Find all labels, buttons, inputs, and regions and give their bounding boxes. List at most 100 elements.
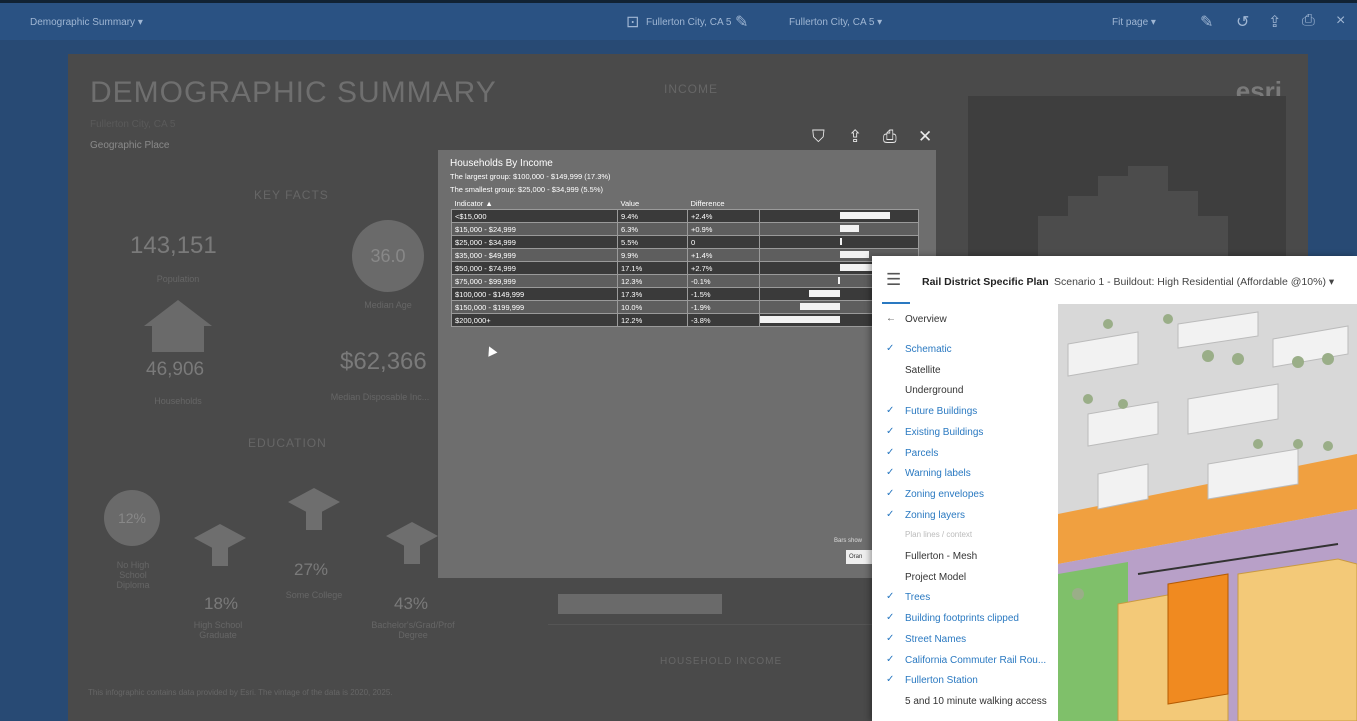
layer-item[interactable]: ✓ Existing Buildings	[872, 423, 1058, 443]
print-icon[interactable]: ⎙	[1302, 12, 1315, 30]
undo-icon[interactable]: ↺	[1236, 12, 1249, 32]
check-icon[interactable]: ✓	[886, 633, 894, 644]
cell-difference: +1.4%	[687, 248, 760, 262]
layer-item[interactable]: ✓ Street Names	[872, 630, 1058, 650]
pen-icon[interactable]: ✎	[1200, 12, 1213, 32]
check-icon[interactable]: ✓	[886, 343, 894, 354]
fit-page-dropdown[interactable]: Fit page ▾	[1112, 17, 1156, 28]
no-hs-label: No High School Diploma	[116, 560, 150, 590]
check-icon[interactable]: ✓	[886, 674, 894, 685]
check-icon[interactable]: ✓	[886, 591, 894, 602]
layer-label: Future Buildings	[905, 406, 978, 418]
check-icon[interactable]: ✓	[886, 426, 894, 437]
check-icon[interactable]: ✓	[886, 612, 894, 623]
close-icon[interactable]: ✕	[918, 127, 932, 147]
cell-difference: -1.5%	[687, 287, 760, 301]
cell-difference: -1.9%	[687, 300, 760, 314]
share-icon[interactable]: ⇪	[1268, 12, 1281, 32]
check-icon[interactable]: ✓	[886, 467, 894, 478]
export-icon[interactable]: ⇪	[848, 127, 862, 147]
layer-label: Project Model	[905, 571, 967, 583]
layer-item[interactable]: Plan lines / context	[872, 526, 1058, 546]
cell-value: 12.2%	[617, 313, 688, 327]
difference-bar	[840, 212, 891, 219]
cell-difference: +0.9%	[687, 222, 760, 236]
table-row: $200,000+ 12.2% -3.8%	[451, 313, 919, 327]
check-icon[interactable]: ✓	[886, 654, 894, 665]
overview-back-link[interactable]: ← Overview	[872, 310, 1058, 330]
disposable-income-value: $62,366	[340, 348, 427, 375]
layer-item[interactable]: ✓ California Commuter Rail Rou...	[872, 651, 1058, 671]
check-icon[interactable]: ✓	[886, 405, 894, 416]
popup-title: Households By Income	[450, 158, 553, 169]
table-row: <$15,000 9.4% +2.4%	[451, 209, 919, 223]
layer-item[interactable]: Satellite	[872, 361, 1058, 381]
layer-item[interactable]: ✓ Future Buildings	[872, 402, 1058, 422]
layer-label: Existing Buildings	[905, 426, 984, 438]
check-icon[interactable]: ✓	[886, 488, 894, 499]
check-icon[interactable]: ✓	[886, 447, 894, 458]
cell-value: 10.0%	[617, 300, 688, 314]
hs-value: 18%	[204, 594, 239, 613]
layer-label: Building footprints clipped	[905, 613, 1019, 625]
location-dropdown[interactable]: Fullerton City, CA 5 ▾	[789, 17, 882, 28]
back-arrow-icon: ←	[886, 313, 896, 324]
table-row: $35,000 - $49,999 9.9% +1.4%	[451, 248, 919, 262]
cell-value: 9.9%	[617, 248, 688, 262]
cell-difference: 0	[687, 235, 760, 249]
layer-item[interactable]: Fullerton - Mesh	[872, 547, 1058, 567]
cell-indicator: $25,000 - $34,999	[451, 235, 618, 249]
edit-icon[interactable]: ✎	[735, 12, 748, 32]
more-icon[interactable]: ×	[1336, 12, 1345, 30]
cell-difference: +2.4%	[687, 209, 760, 223]
table-row: $15,000 - $24,999 6.3% +0.9%	[451, 222, 919, 236]
layer-item[interactable]: ✓ Zoning layers	[872, 506, 1058, 526]
median-age-value: 36.0	[370, 245, 406, 266]
layer-item[interactable]: ✓ Zoning envelopes	[872, 485, 1058, 505]
cell-indicator: $150,000 - $199,999	[451, 300, 618, 314]
education-heading: EDUCATION	[248, 436, 327, 450]
print-popup-icon[interactable]: ⎙	[883, 127, 897, 147]
layer-label: Zoning layers	[905, 509, 966, 521]
top-toolbar: Demographic Summary ▾ ⊡ Fullerton City, …	[0, 0, 1357, 40]
cell-indicator: $75,000 - $99,999	[451, 274, 618, 288]
layer-item[interactable]: ✓ Schematic	[872, 340, 1058, 360]
layer-item[interactable]: ✓ Warning labels	[872, 464, 1058, 484]
household-income-axis: HOUSEHOLD INCOME	[660, 656, 783, 667]
app-title: Rail District Specific Plan	[922, 276, 1049, 288]
bar-column-header	[760, 198, 919, 210]
hamburger-menu-icon[interactable]: ☰	[886, 270, 901, 290]
cell-value: 17.3%	[617, 287, 688, 301]
difference-column-header[interactable]: Difference	[688, 198, 760, 210]
check-icon[interactable]: ✓	[886, 509, 894, 520]
layer-item[interactable]: ✓ Fullerton Station	[872, 671, 1058, 691]
filter-icon[interactable]: ⛉	[812, 127, 825, 147]
value-column-header[interactable]: Value	[618, 198, 688, 210]
layer-item[interactable]: Project Model	[872, 568, 1058, 588]
layer-label: Warning labels	[905, 468, 971, 480]
cell-bar	[759, 222, 919, 236]
report-menu[interactable]: Demographic Summary ▾	[30, 17, 143, 28]
table-row: $75,000 - $99,999 12.3% -0.1%	[451, 274, 919, 288]
layer-item[interactable]: 5 and 10 minute walking access	[872, 692, 1058, 712]
households-value: 46,906	[146, 359, 205, 380]
layer-item[interactable]: ✓ Building footprints clipped	[872, 609, 1058, 629]
bar-color-select[interactable]: Oran	[846, 550, 874, 564]
layer-sidebar: ← Overview ✓ Schematic Satellite Undergroun…	[872, 304, 1058, 721]
layer-item[interactable]: ✓ Trees	[872, 588, 1058, 608]
layer-item[interactable]: Underground	[872, 381, 1058, 401]
x-axis	[548, 624, 908, 625]
layer-item[interactable]: ✓ Parcels	[872, 444, 1058, 464]
location-icon: ⊡	[626, 14, 640, 31]
app-header: ☰ Rail District Specific Plan Scenario 1…	[872, 256, 1357, 305]
house-icon	[144, 300, 212, 352]
some-college-label: Some College	[285, 590, 343, 600]
bachelors-label: Bachelor's/Grad/Prof Degree	[371, 620, 455, 640]
income-bar	[558, 594, 722, 614]
scenario-dropdown[interactable]: Scenario 1 - Buildout: High Residential …	[1054, 276, 1334, 288]
indicator-column-header[interactable]: Indicator ▲	[452, 198, 618, 210]
layer-label: California Commuter Rail Rou...	[905, 654, 1047, 666]
3d-map-view[interactable]	[1058, 304, 1357, 721]
location-selector[interactable]: Fullerton City, CA 5	[646, 17, 731, 28]
largest-group: The largest group: $100,000 - $149,999 (…	[450, 172, 611, 181]
